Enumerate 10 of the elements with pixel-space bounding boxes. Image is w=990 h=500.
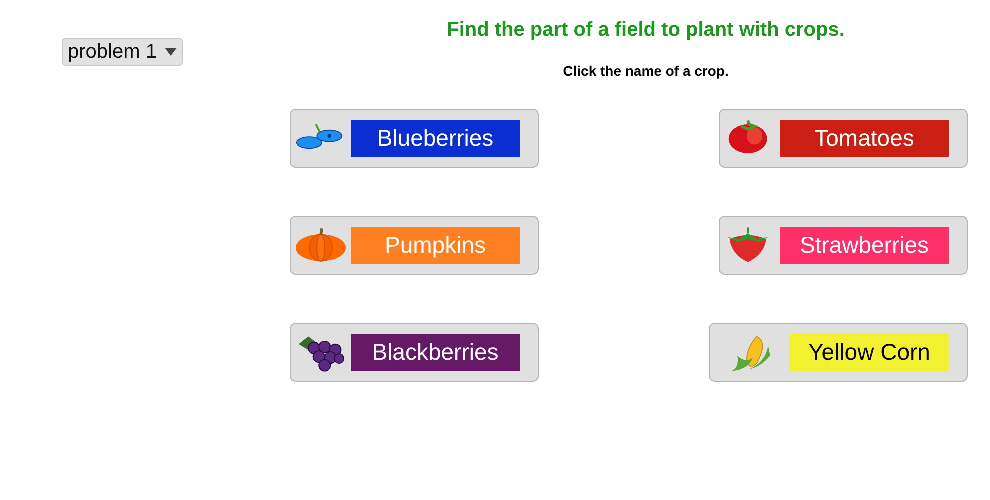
crop-button[interactable]: Strawberries	[719, 216, 968, 275]
crop-button[interactable]: Blueberries	[290, 109, 539, 168]
crop-button[interactable]: Tomatoes	[719, 109, 968, 168]
instruction-text: Click the name of a crop.	[562, 62, 730, 81]
crop-button[interactable]: Blackberries	[290, 323, 539, 382]
page-title: Find the part of a field to plant with crops.	[446, 18, 846, 43]
caret-icon	[164, 48, 177, 56]
crop-button[interactable]: Yellow Corn	[709, 323, 968, 382]
pumpkin-icon	[295, 226, 347, 264]
problem-dropdown[interactable]: problem 1	[62, 38, 183, 66]
